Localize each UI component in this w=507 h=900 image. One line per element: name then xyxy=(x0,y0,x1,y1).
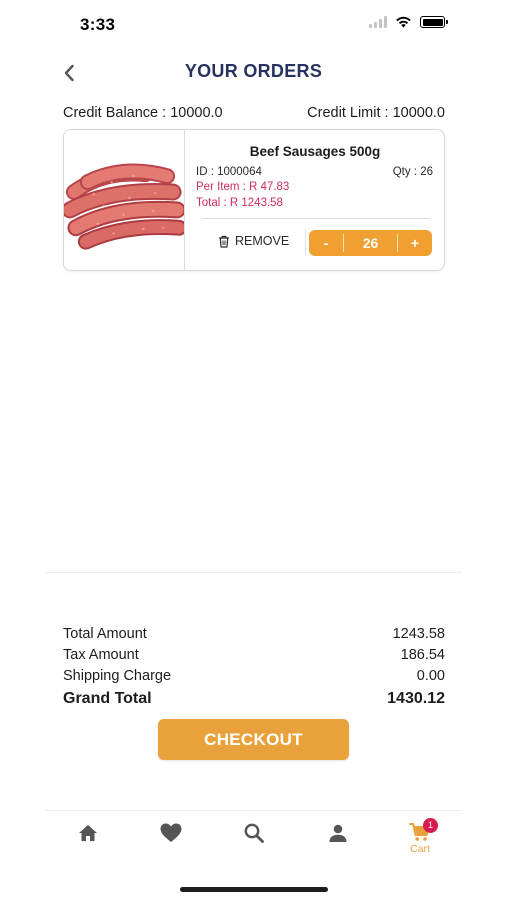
per-item-price: Per Item : R 47.83 xyxy=(196,181,290,193)
action-separator xyxy=(305,228,306,256)
quantity-value[interactable]: 26 xyxy=(343,234,398,252)
card-divider xyxy=(202,218,430,219)
battery-icon xyxy=(420,16,448,28)
tab-search[interactable] xyxy=(234,822,274,866)
remove-label: REMOVE xyxy=(235,234,290,248)
trash-icon xyxy=(219,235,229,248)
header: YOUR ORDERS xyxy=(0,55,507,91)
total-amount-row: Total Amount 1243.58 xyxy=(63,626,445,647)
summary-divider xyxy=(45,572,462,573)
cellular-signal-icon xyxy=(369,16,387,28)
home-icon xyxy=(79,825,97,841)
status-time: 3:33 xyxy=(80,15,116,34)
status-icons xyxy=(369,16,448,28)
sausages-image xyxy=(64,130,184,270)
credit-balance: Credit Balance : 10000.0 xyxy=(63,105,223,121)
tax-amount-row: Tax Amount 186.54 xyxy=(63,647,445,668)
tab-cart[interactable]: Cart 1 xyxy=(400,818,440,866)
tabbar-divider xyxy=(45,810,462,811)
page-title: YOUR ORDERS xyxy=(184,61,323,81)
home-indicator xyxy=(180,887,328,892)
item-total-price: Total : R 1243.58 xyxy=(196,197,283,209)
search-icon xyxy=(244,823,264,843)
user-icon xyxy=(329,824,347,842)
shipping-charge-value: 0.00 xyxy=(416,668,445,684)
grand-total-label: Grand Total xyxy=(63,690,152,707)
wifi-icon xyxy=(396,16,411,28)
heart-icon xyxy=(160,823,182,842)
total-amount-value: 1243.58 xyxy=(392,626,445,642)
product-name: Beef Sausages 500g xyxy=(249,144,381,159)
remove-button[interactable]: REMOVE xyxy=(218,234,289,248)
tab-profile[interactable] xyxy=(318,822,358,866)
quantity-stepper: - 26 + xyxy=(309,230,432,256)
product-id: ID : 1000064 xyxy=(196,166,262,178)
cart-badge: 1 xyxy=(423,818,438,833)
tab-favorites[interactable] xyxy=(151,822,191,866)
cart-item-card: Beef Sausages 500g ID : 1000064 Qty : 26… xyxy=(63,129,445,271)
grand-total-value: 1430.12 xyxy=(387,690,445,707)
shipping-charge-row: Shipping Charge 0.00 xyxy=(63,668,445,689)
product-image xyxy=(64,130,185,270)
decrease-quantity-button[interactable]: - xyxy=(309,235,343,251)
checkout-button[interactable]: CHECKOUT xyxy=(158,719,349,760)
credit-limit: Credit Limit : 10000.0 xyxy=(307,105,445,121)
cart-item-details: Beef Sausages 500g ID : 1000064 Qty : 26… xyxy=(186,130,444,270)
credit-info: Credit Balance : 10000.0 Credit Limit : … xyxy=(63,105,445,121)
total-amount-label: Total Amount xyxy=(63,626,147,642)
product-qty: Qty : 26 xyxy=(392,166,433,178)
tab-cart-label: Cart xyxy=(410,843,430,855)
status-bar: 3:33 xyxy=(0,0,507,50)
tax-amount-value: 186.54 xyxy=(400,647,445,663)
increase-quantity-button[interactable]: + xyxy=(398,235,432,251)
shipping-charge-label: Shipping Charge xyxy=(63,668,172,684)
tab-bar: Cart 1 xyxy=(0,816,507,866)
grand-total-row: Grand Total 1430.12 xyxy=(63,690,445,712)
order-summary: Total Amount 1243.58 Tax Amount 186.54 S… xyxy=(63,626,445,712)
tab-home[interactable] xyxy=(68,822,108,866)
tax-amount-label: Tax Amount xyxy=(63,647,139,663)
